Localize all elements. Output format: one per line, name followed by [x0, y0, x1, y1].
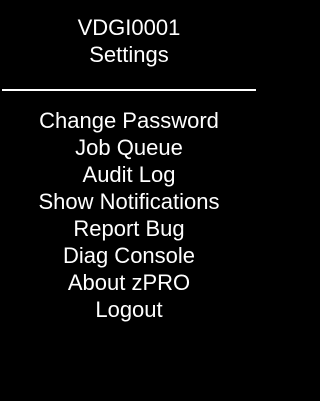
device-id: VDGI0001	[77, 15, 181, 40]
header: VDGI0001 Settings	[0, 14, 258, 68]
menu-item-report-bug[interactable]: Report Bug	[0, 215, 258, 242]
header-divider	[2, 89, 256, 91]
menu-item-show-notifications[interactable]: Show Notifications	[0, 188, 258, 215]
menu-item-change-password[interactable]: Change Password	[0, 107, 258, 134]
menu-item-audit-log[interactable]: Audit Log	[0, 161, 258, 188]
page-title: Settings	[89, 42, 169, 67]
settings-panel: VDGI0001 Settings Change Password Job Qu…	[0, 0, 258, 401]
menu-item-logout[interactable]: Logout	[0, 296, 258, 323]
menu-item-about-zpro[interactable]: About zPRO	[0, 269, 258, 296]
menu-item-job-queue[interactable]: Job Queue	[0, 134, 258, 161]
menu-item-diag-console[interactable]: Diag Console	[0, 242, 258, 269]
settings-menu: Change Password Job Queue Audit Log Show…	[0, 107, 258, 323]
